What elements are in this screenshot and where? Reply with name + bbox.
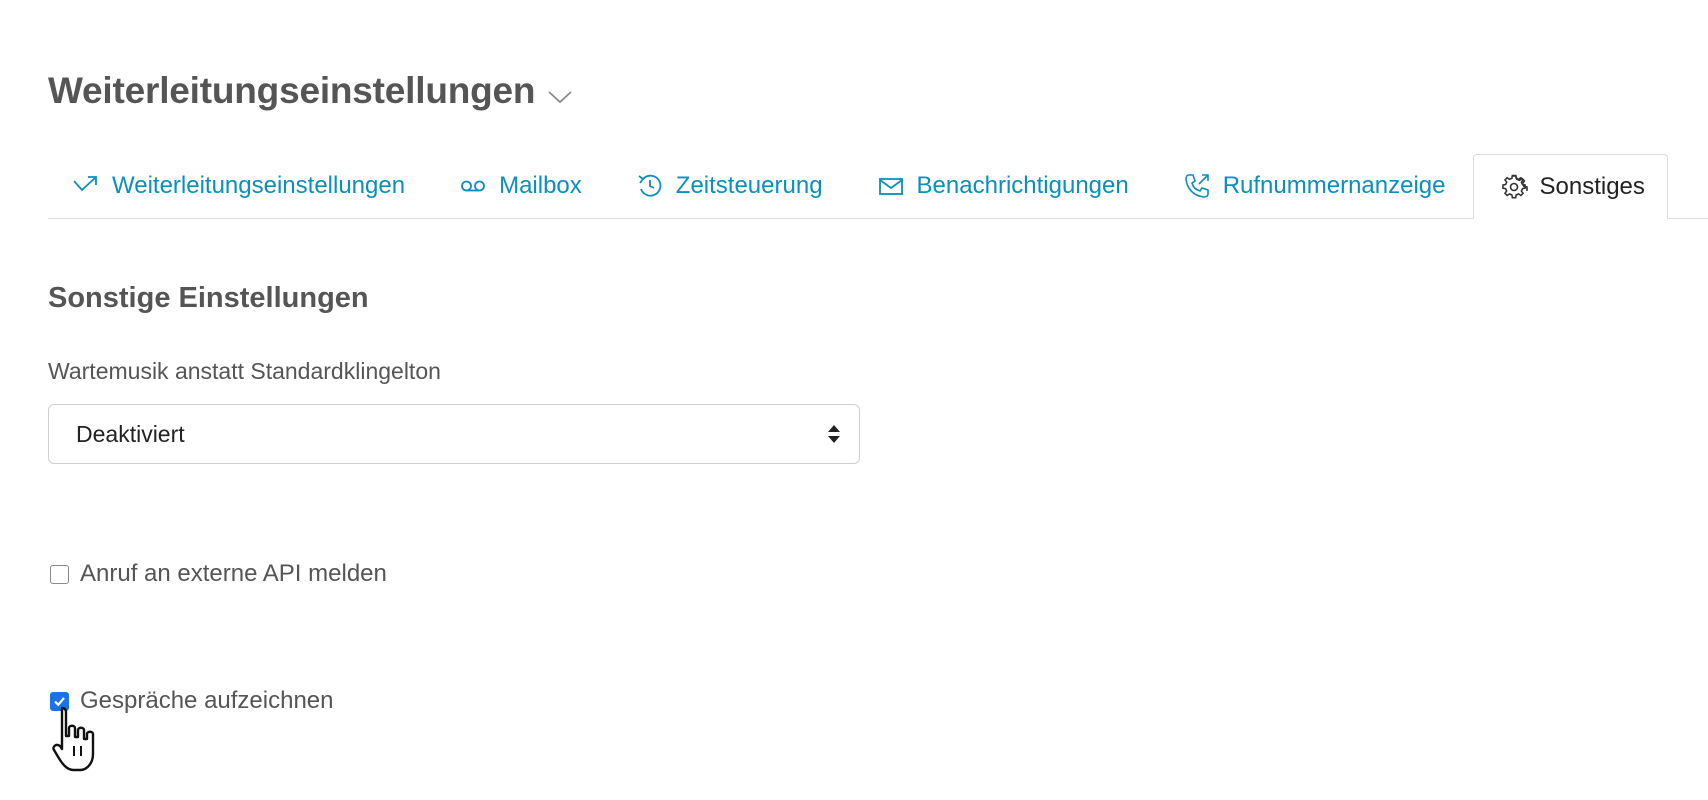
tab-bar: Weiterleitungseinstellungen Mailbox Zeit… (48, 154, 1708, 219)
tab-zeitsteuerung[interactable]: Zeitsteuerung (609, 154, 850, 218)
tab-label: Rufnummernanzeige (1222, 172, 1446, 199)
record-checkbox-label: Gespräche aufzeichnen (80, 687, 334, 714)
music-select-value: Deaktiviert (76, 420, 185, 447)
hand-cursor-icon (52, 706, 95, 772)
envelope-icon (877, 172, 905, 200)
record-checkbox-row[interactable]: Gespräche aufzeichnen (50, 687, 334, 715)
tab-label: Benachrichtigungen (916, 172, 1129, 199)
phone-outgoing-icon (1183, 172, 1211, 200)
music-select[interactable]: Deaktiviert (48, 404, 860, 464)
section-title: Sonstige Einstellungen (48, 282, 369, 314)
chevron-down-icon[interactable] (547, 89, 573, 105)
page-header: Weiterleitungseinstellungen (48, 70, 573, 112)
tab-weiterleitungseinstellungen[interactable]: Weiterleitungseinstellungen (48, 154, 432, 218)
page-title: Weiterleitungseinstellungen (48, 70, 536, 111)
tab-label: Zeitsteuerung (675, 172, 823, 199)
gear-icon (1500, 173, 1528, 201)
music-field-label: Wartemusik anstatt Standardklingelton (48, 358, 441, 384)
tab-benachrichtigungen[interactable]: Benachrichtigungen (850, 154, 1156, 218)
tab-mailbox[interactable]: Mailbox (432, 154, 609, 218)
api-checkbox-label: Anruf an externe API melden (80, 560, 387, 587)
tab-rufnummernanzeige[interactable]: Rufnummernanzeige (1156, 154, 1473, 218)
tab-sonstiges[interactable]: Sonstiges (1472, 154, 1668, 219)
checkmark-icon (54, 696, 65, 706)
api-checkbox-row[interactable]: Anruf an externe API melden (50, 560, 387, 588)
tab-label: Weiterleitungseinstellungen (112, 172, 406, 199)
tab-label: Sonstiges (1539, 172, 1645, 200)
clock-history-icon (636, 172, 664, 200)
forward-arrow-icon (72, 172, 100, 200)
page: Weiterleitungseinstellungen Weiterleitun… (0, 0, 1708, 800)
voicemail-icon (459, 172, 487, 200)
api-checkbox[interactable] (50, 564, 69, 584)
tab-label: Mailbox (499, 172, 582, 199)
select-arrows-icon (828, 425, 840, 443)
record-checkbox[interactable] (50, 691, 69, 711)
